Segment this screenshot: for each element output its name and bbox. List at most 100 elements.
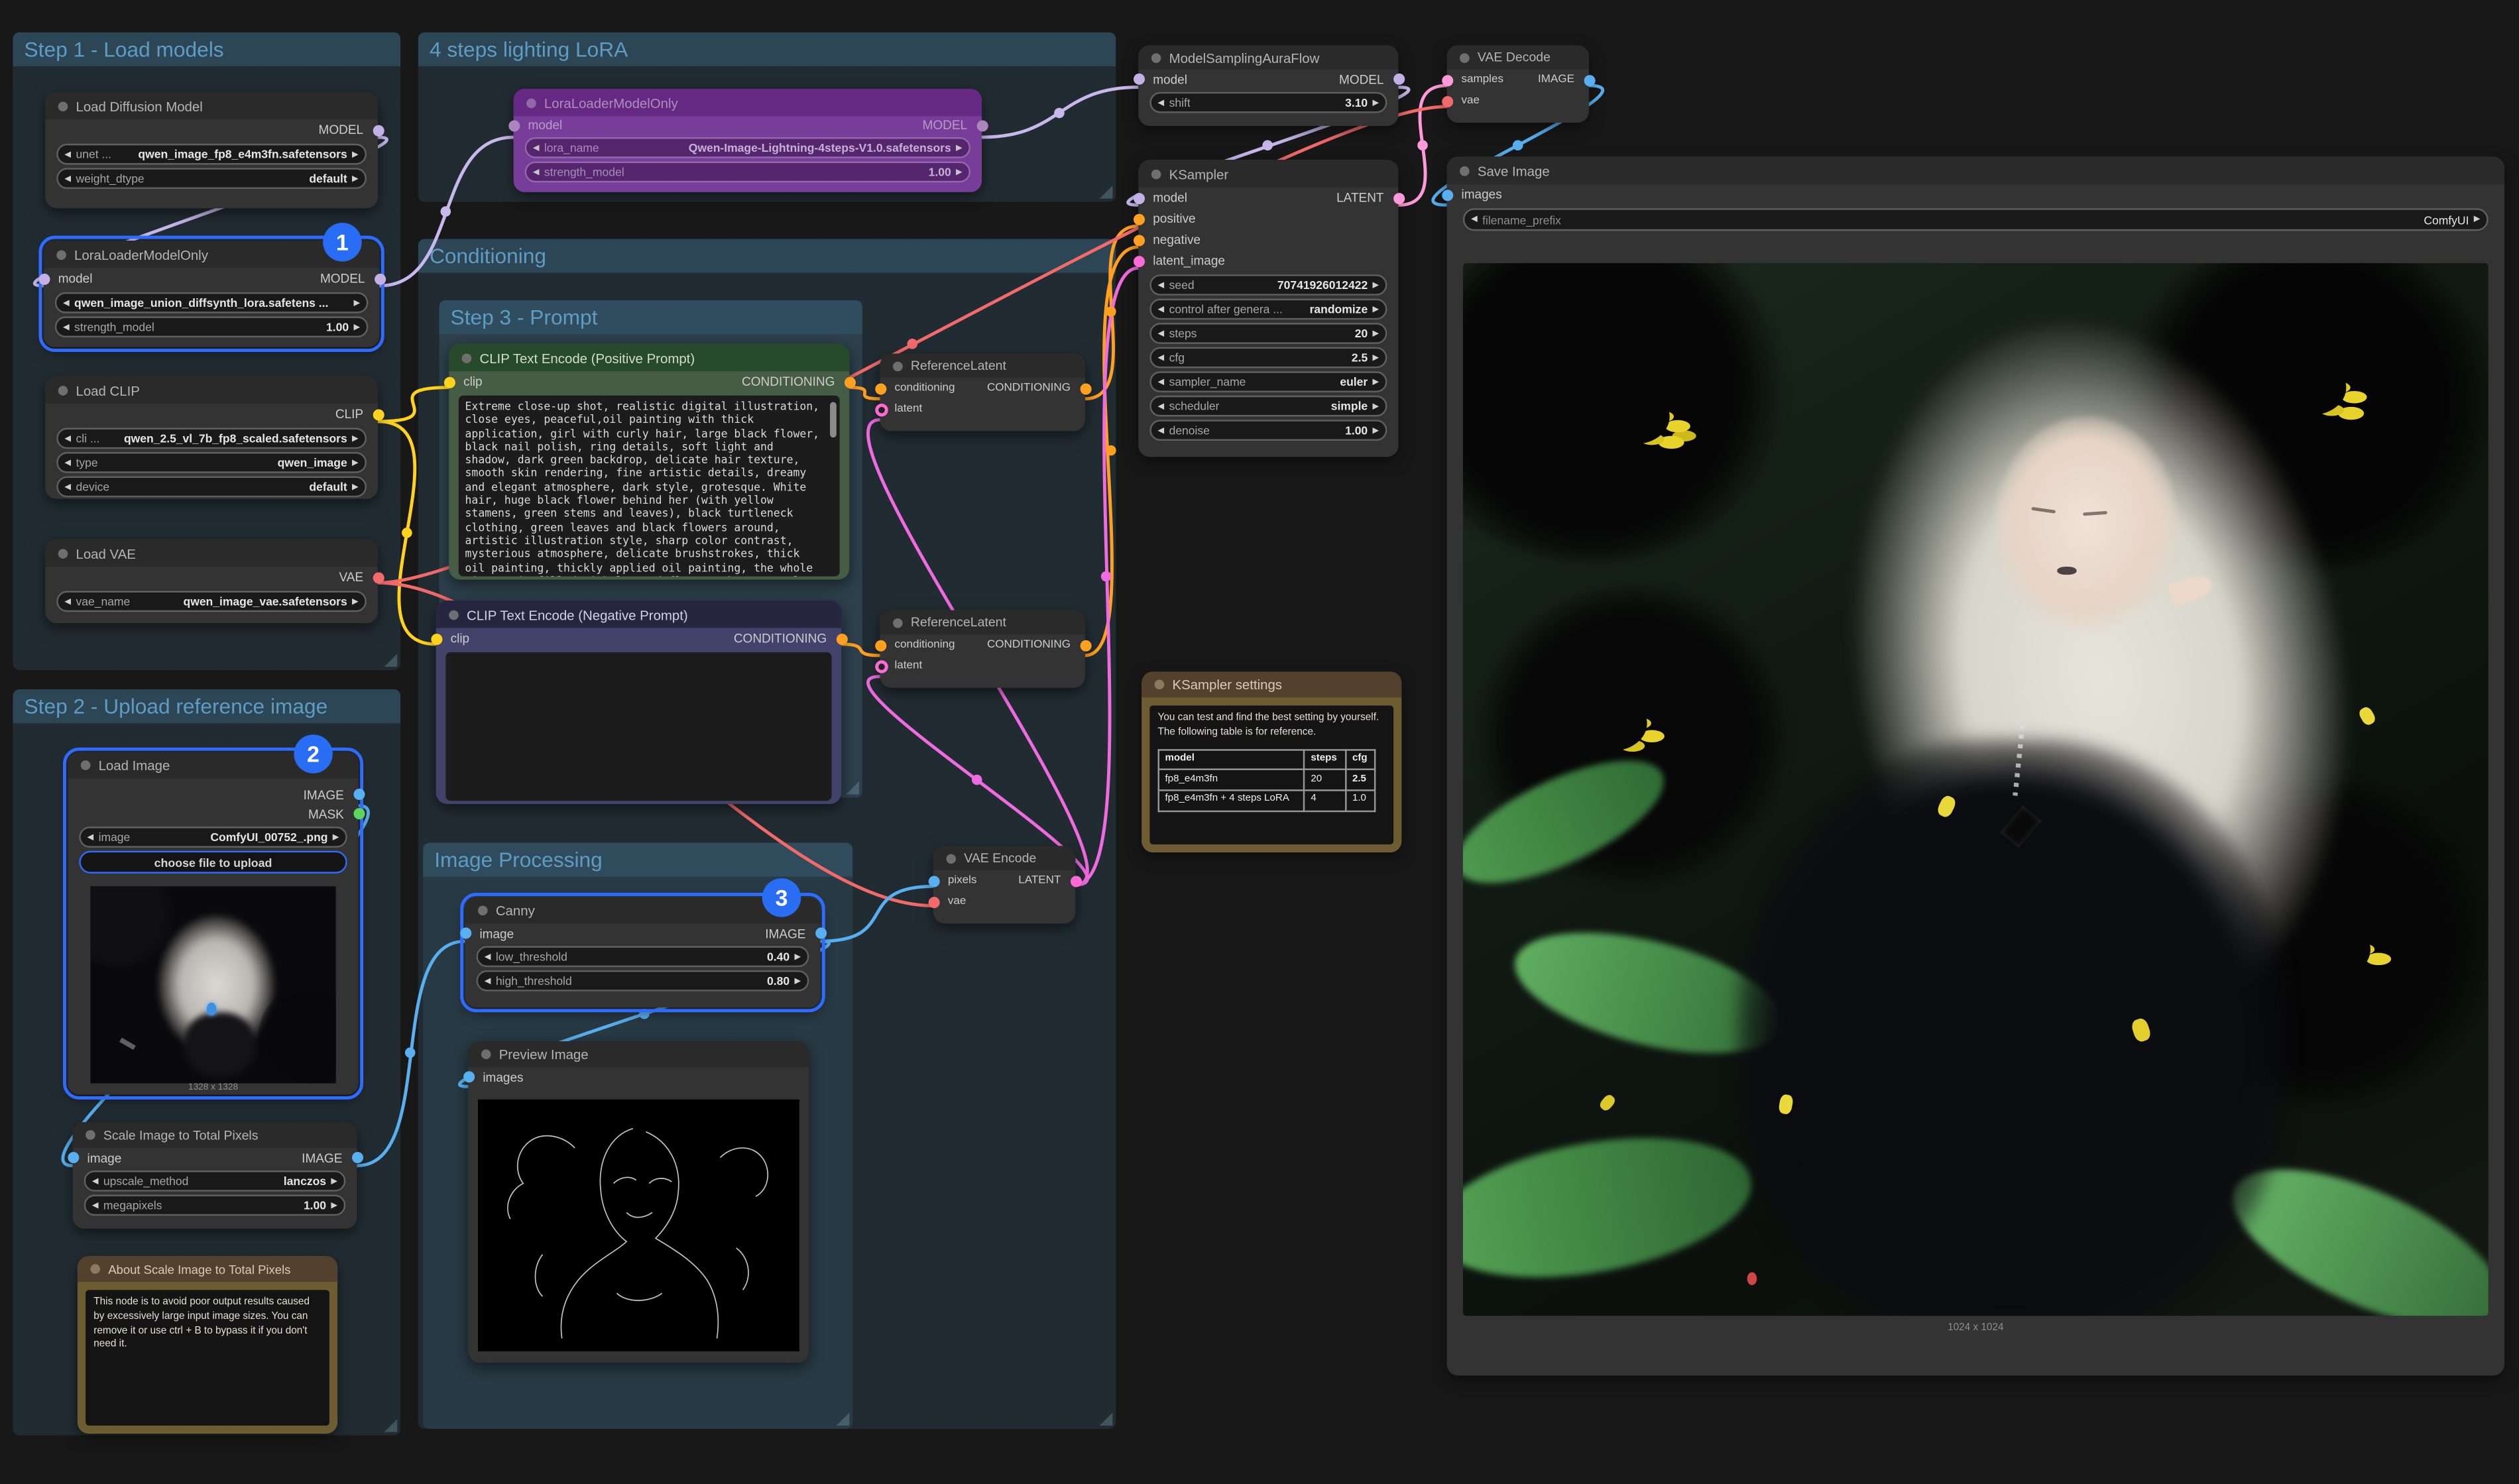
positive-prompt-textarea[interactable]: Extreme close-up shot, realistic digital… — [459, 396, 840, 577]
widget-unet-name[interactable]: unet ...qwen_image_fp8_e4m3fn.safetensor… — [56, 144, 367, 165]
latent-output-port[interactable] — [1070, 875, 1081, 886]
image-input-port[interactable] — [459, 927, 471, 939]
collapse-dot-icon[interactable] — [56, 249, 66, 259]
widget-denoise[interactable]: denoise1.00 — [1149, 420, 1387, 441]
collapse-dot-icon[interactable] — [481, 1049, 491, 1059]
choose-file-to-upload-button[interactable]: choose file to upload — [79, 851, 347, 874]
group-step2-title[interactable]: Step 2 - Upload reference image — [13, 689, 400, 723]
widget-steps[interactable]: steps20 — [1149, 323, 1387, 344]
node-clip-text-encode-negative[interactable]: CLIP Text Encode (Negative Prompt) clip … — [436, 600, 841, 804]
collapse-dot-icon[interactable] — [1460, 52, 1470, 62]
vae-output-port[interactable] — [372, 571, 383, 583]
collapse-dot-icon[interactable] — [1460, 166, 1470, 176]
collapse-dot-icon[interactable] — [1155, 680, 1165, 690]
image-output-port[interactable] — [815, 927, 826, 939]
widget-lora-name[interactable]: qwen_image_union_diffsynth_lora.safetens… — [55, 292, 369, 314]
widget-clip-name[interactable]: cli ...qwen_2.5_vl_7b_fp8_scaled.safeten… — [56, 428, 367, 449]
collapse-dot-icon[interactable] — [58, 101, 68, 111]
conditioning-input-port[interactable] — [874, 640, 886, 651]
positive-input-port[interactable] — [1133, 213, 1144, 225]
group-step3-title[interactable]: Step 3 - Prompt — [439, 300, 862, 334]
widget-vae-name[interactable]: vae_nameqwen_image_vae.safetensors — [56, 591, 367, 612]
image-output-port[interactable] — [1583, 74, 1594, 86]
node-reference-latent-1[interactable]: ReferenceLatent conditioning CONDITIONIN… — [880, 353, 1085, 431]
images-input-port[interactable] — [463, 1071, 474, 1082]
collapse-dot-icon[interactable] — [1151, 52, 1161, 62]
collapse-dot-icon[interactable] — [893, 618, 903, 628]
model-output-port[interactable] — [1393, 74, 1404, 85]
widget-shift[interactable]: shift3.10 — [1149, 92, 1387, 113]
collapse-dot-icon[interactable] — [893, 361, 903, 371]
model-output-port[interactable] — [976, 119, 987, 131]
model-input-port[interactable] — [38, 273, 49, 284]
collapse-dot-icon[interactable] — [1151, 169, 1161, 179]
node-load-vae[interactable]: Load VAE VAE vae_nameqwen_image_vae.safe… — [45, 540, 378, 624]
model-input-port[interactable] — [1133, 74, 1144, 85]
negative-input-port[interactable] — [1133, 234, 1144, 245]
textarea-scrollbar[interactable] — [830, 402, 837, 438]
collapse-dot-icon[interactable] — [81, 760, 91, 770]
group-step1-title[interactable]: Step 1 - Load models — [13, 32, 400, 66]
widget-cfg[interactable]: cfg2.5 — [1149, 347, 1387, 369]
widget-upscale-method[interactable]: upscale_methodlanczos — [84, 1170, 346, 1192]
collapse-dot-icon[interactable] — [90, 1264, 100, 1274]
collapse-dot-icon[interactable] — [58, 548, 68, 558]
clip-output-port[interactable] — [372, 408, 383, 420]
node-load-diffusion-model[interactable]: Load Diffusion Model MODEL unet ...qwen_… — [45, 92, 378, 208]
collapse-dot-icon[interactable] — [478, 906, 488, 916]
node-preview-image[interactable]: Preview Image images — [468, 1041, 809, 1363]
comfyui-node-canvas[interactable]: Step 1 - Load models 4 steps lighting Lo… — [0, 0, 2519, 1484]
latent-output-port[interactable] — [1393, 192, 1404, 203]
collapse-dot-icon[interactable] — [946, 853, 956, 863]
collapse-dot-icon[interactable] — [449, 610, 459, 620]
node-canny[interactable]: Canny image IMAGE low_threshold0.40 high… — [465, 897, 821, 1007]
collapse-dot-icon[interactable] — [58, 385, 68, 395]
model-output-port[interactable] — [372, 125, 383, 136]
widget-scheduler[interactable]: schedulersimple — [1149, 396, 1387, 417]
mask-output-port[interactable] — [353, 808, 364, 819]
widget-seed[interactable]: seed70741926012422 — [1149, 274, 1387, 296]
widget-clip-type[interactable]: typeqwen_image — [56, 452, 367, 473]
widget-strength-model[interactable]: strength_model1.00 — [55, 316, 369, 337]
model-input-port[interactable] — [508, 119, 519, 131]
node-ksampler[interactable]: KSampler model LATENT positive negative … — [1138, 160, 1398, 457]
node-clip-text-encode-positive[interactable]: CLIP Text Encode (Positive Prompt) clip … — [449, 344, 849, 580]
widget-low-threshold[interactable]: low_threshold0.40 — [477, 946, 809, 967]
conditioning-output-port[interactable] — [844, 376, 855, 388]
image-output-port[interactable] — [353, 789, 364, 800]
collapse-dot-icon[interactable] — [526, 97, 536, 107]
node-about-scale-image-note[interactable]: About Scale Image to Total Pixels This n… — [78, 1256, 337, 1434]
conditioning-output-port[interactable] — [1079, 640, 1090, 651]
model-input-port[interactable] — [1133, 192, 1144, 203]
widget-megapixels[interactable]: megapixels1.00 — [84, 1195, 346, 1216]
widget-clip-device[interactable]: devicedefault — [56, 477, 367, 498]
clip-input-port[interactable] — [430, 633, 441, 644]
group-4steps-lora-title[interactable]: 4 steps lighting LoRA — [418, 32, 1116, 66]
image-input-port[interactable] — [67, 1152, 78, 1163]
widget-weight-dtype[interactable]: weight_dtypedefault — [56, 168, 367, 189]
node-reference-latent-2[interactable]: ReferenceLatent conditioning CONDITIONIN… — [880, 610, 1085, 688]
collapse-dot-icon[interactable] — [86, 1130, 95, 1140]
node-vae-encode[interactable]: VAE Encode pixels LATENT vae — [933, 846, 1075, 923]
clip-input-port[interactable] — [443, 376, 455, 388]
latent-input-port[interactable] — [874, 659, 887, 672]
widget-filename-prefix[interactable]: filename_prefix ComfyUI — [1463, 208, 2489, 231]
node-vae-decode[interactable]: VAE Decode samples IMAGE vae — [1447, 45, 1589, 123]
group-conditioning-title[interactable]: Conditioning — [418, 239, 1116, 273]
image-output-port[interactable] — [351, 1152, 363, 1163]
node-load-image[interactable]: Load Image IMAGE MASK imageComfyUI_00752… — [68, 752, 358, 1094]
widget-high-threshold[interactable]: high_threshold0.80 — [477, 970, 809, 992]
node-ksampler-settings-note[interactable]: KSampler settings You can test and find … — [1142, 671, 1401, 852]
latent-input-port[interactable] — [874, 403, 887, 416]
vae-input-port[interactable] — [1441, 95, 1452, 107]
node-lora-lightning-bypassed[interactable]: LoraLoaderModelOnly model MODEL lora_nam… — [514, 89, 982, 192]
node-scale-image-to-total-pixels[interactable]: Scale Image to Total Pixels image IMAGE … — [73, 1122, 357, 1229]
samples-input-port[interactable] — [1441, 74, 1452, 86]
conditioning-output-port[interactable] — [836, 633, 847, 644]
conditioning-output-port[interactable] — [1079, 382, 1090, 394]
node-save-image[interactable]: Save Image images filename_prefix ComfyU… — [1447, 156, 2505, 1375]
negative-prompt-textarea[interactable] — [445, 652, 831, 801]
model-output-port[interactable] — [374, 273, 385, 284]
vae-input-port[interactable] — [927, 896, 939, 907]
images-input-port[interactable] — [1441, 189, 1452, 200]
